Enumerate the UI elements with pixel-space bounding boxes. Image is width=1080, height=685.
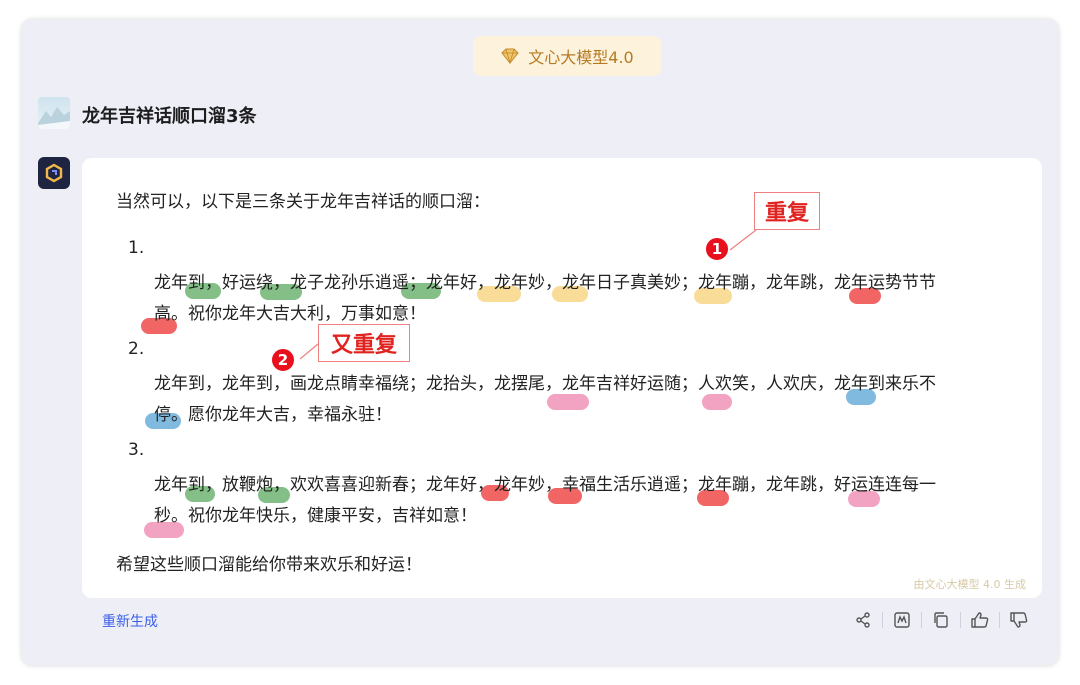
annotation-tag-repeat: 重复 [754, 192, 820, 230]
chat-window: 文心大模型4.0 龙年吉祥话顺口溜3条 当然可以，以下是三条关于龙年吉祥话的顺口… [22, 20, 1058, 665]
diamond-icon [501, 48, 519, 64]
annotation-connector [299, 229, 757, 360]
annotation-marker-2: 2 [270, 347, 296, 373]
thumbs-up-icon[interactable] [961, 608, 999, 632]
model-badge-label: 文心大模型4.0 [528, 48, 634, 67]
answer-card: 当然可以，以下是三条关于龙年吉祥话的顺口溜： 1. 龙年到，好运绕，龙子龙孙乐逍… [82, 158, 1042, 598]
annotation-marker-1: 1 [704, 236, 730, 262]
share-icon[interactable] [844, 608, 882, 632]
bot-avatar [38, 157, 70, 189]
model-badge[interactable]: 文心大模型4.0 [473, 36, 661, 76]
copy-icon[interactable] [922, 608, 960, 632]
ernie-logo-icon [45, 163, 63, 183]
annotation-tag-repeat-again: 又重复 [318, 324, 410, 362]
user-avatar [38, 97, 70, 129]
chart-icon[interactable] [883, 608, 921, 632]
user-question: 龙年吉祥话顺口溜3条 [82, 106, 257, 127]
thumbs-down-icon[interactable] [1000, 608, 1038, 632]
regenerate-button[interactable]: 重新生成 [102, 611, 158, 631]
action-bar [844, 608, 1038, 632]
